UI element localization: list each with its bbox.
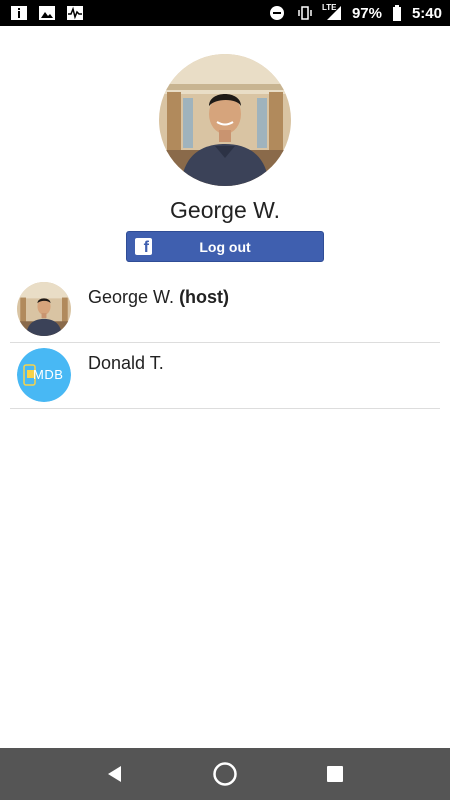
user-list: George W. (host) MDB Donald T. xyxy=(10,277,440,409)
logout-label: Log out xyxy=(199,238,251,255)
logout-button[interactable]: f Log out xyxy=(126,231,324,262)
nav-bar xyxy=(0,748,450,800)
status-bar: LTE 97% 5:40 xyxy=(0,0,450,26)
user-name: Donald T. xyxy=(88,353,164,374)
battery-percent: 97% xyxy=(351,4,382,22)
clock: 5:40 xyxy=(411,4,442,22)
status-right: LTE 97% 5:40 xyxy=(268,3,442,22)
avatar xyxy=(17,282,71,336)
dnd-icon xyxy=(268,5,286,21)
image-icon xyxy=(38,5,56,21)
user-name: George W. (host) xyxy=(88,287,229,308)
list-item[interactable]: George W. (host) xyxy=(10,277,440,343)
recents-icon[interactable] xyxy=(320,759,350,789)
user-name-text: Donald T. xyxy=(88,353,164,373)
status-left xyxy=(10,5,84,21)
avatar: MDB xyxy=(17,348,71,402)
mdb-logo: MDB xyxy=(17,348,71,402)
facebook-icon: f xyxy=(135,238,152,255)
mdb-logo-text: MDB xyxy=(33,367,64,382)
user-name-text: George W. xyxy=(88,287,175,307)
profile-name: George W. xyxy=(170,197,280,223)
list-item[interactable]: MDB Donald T. xyxy=(10,343,440,409)
info-icon xyxy=(10,5,28,21)
network-type: LTE xyxy=(321,3,337,12)
profile-header: George W. f Log out xyxy=(0,54,450,262)
signal-icon: LTE xyxy=(321,3,342,21)
host-tag: (host) xyxy=(179,287,230,307)
profile-avatar xyxy=(159,54,291,186)
home-icon[interactable] xyxy=(210,759,240,789)
activity-icon xyxy=(66,5,84,21)
vibrate-icon xyxy=(296,5,314,21)
back-icon[interactable] xyxy=(100,759,130,789)
battery-icon xyxy=(392,5,402,21)
